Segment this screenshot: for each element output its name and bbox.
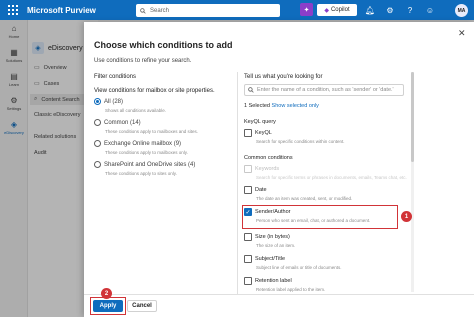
- condition-search-placeholder: Enter the name of a condition, such as '…: [257, 87, 394, 93]
- condition-search-input[interactable]: Enter the name of a condition, such as '…: [244, 84, 404, 96]
- selected-summary: 1 Selected Show selected only: [244, 103, 319, 109]
- scrollbar[interactable]: [411, 72, 414, 292]
- radio-label: Common (14): [104, 119, 141, 126]
- feedback-icon[interactable]: ☺: [424, 4, 436, 16]
- checkbox-box: [244, 129, 252, 137]
- radio-common[interactable]: Common (14): [94, 119, 141, 126]
- radio-indicator: [94, 140, 101, 147]
- checkbox-box: [244, 255, 252, 263]
- checkbox-size[interactable]: Size (in bytes): [244, 233, 290, 241]
- right-column-title: Tell us what you're looking for: [244, 74, 323, 80]
- copilot-icon: ◆: [324, 7, 329, 14]
- conditions-panel: ✕ Choose which conditions to add Use con…: [84, 22, 474, 317]
- avatar[interactable]: MA: [455, 4, 468, 17]
- checkbox-box: [244, 165, 252, 173]
- radio-all[interactable]: All (28): [94, 98, 123, 105]
- step-badge: 1: [401, 211, 412, 222]
- checkbox-label: Retention label: [255, 278, 292, 284]
- scrollbar-thumb[interactable]: [411, 72, 414, 162]
- search-icon: [140, 7, 146, 14]
- radio-description: These conditions apply to mailboxes and …: [105, 129, 199, 134]
- checkbox-label: Date: [255, 187, 267, 193]
- radio-label: SharePoint and OneDrive sites (4): [104, 161, 196, 168]
- checkbox-retention-label[interactable]: Retention label: [244, 277, 292, 285]
- checkbox-label: Size (in bytes): [255, 234, 290, 240]
- copilot-label: Copilot: [330, 7, 350, 13]
- panel-description: Use conditions to refine your search.: [94, 58, 192, 64]
- checkbox-description: Retention label applied to the item.: [256, 287, 326, 292]
- copilot-app-icon[interactable]: ✦: [300, 3, 313, 16]
- checkbox-box: [244, 186, 252, 194]
- selected-count: 1 Selected: [244, 103, 270, 109]
- checkbox-box: [244, 277, 252, 285]
- checkbox-keywords: Keywords: [244, 165, 279, 173]
- app-launcher-icon[interactable]: [7, 4, 19, 16]
- highlight-box: [90, 297, 126, 315]
- radio-description: Shows all conditions available.: [105, 108, 167, 113]
- checkbox-description: The size of an item.: [256, 243, 296, 248]
- cancel-button[interactable]: Cancel: [127, 300, 157, 312]
- app-title: Microsoft Purview: [27, 5, 96, 15]
- checkbox-description: Search for specific conditions within co…: [256, 139, 345, 144]
- radio-label: All (28): [104, 98, 124, 105]
- radio-indicator: [94, 119, 101, 126]
- copilot-button[interactable]: ◆ Copilot: [317, 4, 357, 16]
- view-conditions-title: View conditions for mailbox or site prop…: [94, 88, 215, 94]
- checkbox-subject-title[interactable]: Subject/Title: [244, 255, 285, 263]
- highlight-box: [242, 205, 398, 229]
- radio-sharepoint[interactable]: SharePoint and OneDrive sites (4): [94, 161, 195, 168]
- checkbox-box: [244, 233, 252, 241]
- search-placeholder: Search: [150, 7, 170, 14]
- checkbox-label: KeyQL: [255, 130, 272, 136]
- radio-exchange[interactable]: Exchange Online mailbox (9): [94, 140, 181, 147]
- search-icon: [248, 87, 254, 93]
- radio-label: Exchange Online mailbox (9): [104, 140, 182, 147]
- column-divider: [237, 72, 238, 297]
- common-section-title: Common conditions: [244, 155, 293, 161]
- bell-icon[interactable]: 🔔︎: [364, 4, 376, 16]
- checkbox-label: Keywords: [255, 166, 280, 172]
- global-search-input[interactable]: Search: [136, 4, 280, 17]
- panel-title: Choose which conditions to add: [94, 40, 233, 50]
- radio-indicator: [94, 161, 101, 168]
- checkbox-date[interactable]: Date: [244, 186, 267, 194]
- gear-icon[interactable]: ⚙: [384, 4, 396, 16]
- close-icon[interactable]: ✕: [458, 28, 466, 39]
- checkbox-description: Search for specific terms or phrases in …: [256, 175, 407, 180]
- radio-description: These conditions apply to sites only.: [105, 171, 177, 176]
- checkbox-keyql[interactable]: KeyQL: [244, 129, 272, 137]
- help-icon[interactable]: ?: [404, 4, 416, 16]
- checkbox-description: The date an item was created, sent, or m…: [256, 196, 353, 201]
- checkbox-description: Subject line of emails or title of docum…: [256, 265, 342, 270]
- radio-description: These conditions apply to mailboxes only…: [105, 150, 188, 155]
- show-selected-link[interactable]: Show selected only: [272, 103, 319, 109]
- keyql-section-title: KeyQL query: [244, 119, 276, 125]
- radio-indicator: [94, 98, 101, 105]
- page: Microsoft Purview Search ✦ ◆ Copilot 🔔︎ ⚙…: [0, 0, 474, 317]
- filter-conditions-title: Filter conditions: [94, 74, 137, 80]
- checkbox-label: Subject/Title: [255, 256, 286, 262]
- step-badge: 2: [101, 288, 112, 299]
